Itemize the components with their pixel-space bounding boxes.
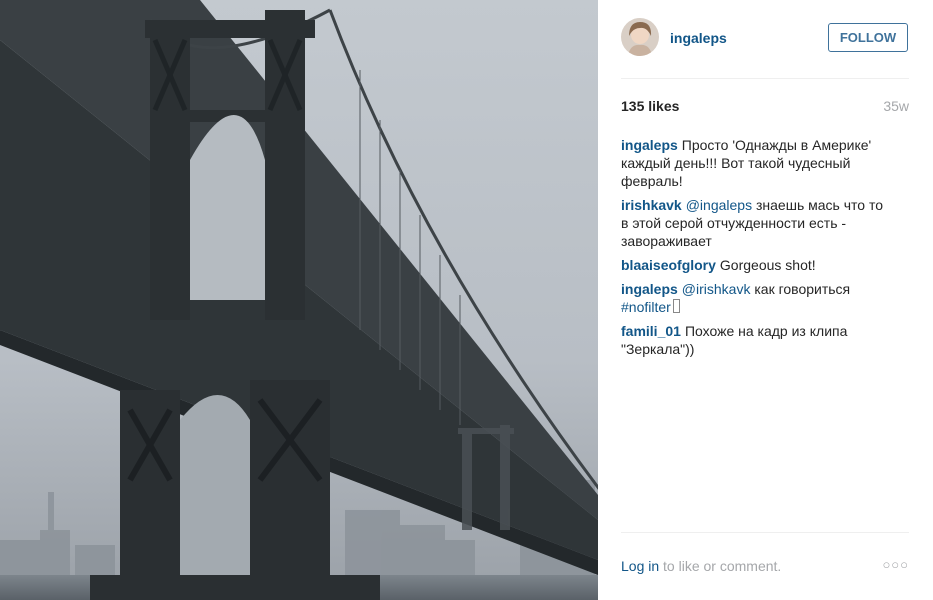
comment-item: ingaleps @irishkavk как говориться #nofil…	[621, 280, 883, 316]
post-footer: Log in to like or comment. ○○○	[621, 532, 909, 579]
comment-text: Gorgeous shot!	[719, 257, 816, 273]
login-prompt: Log in to like or comment.	[621, 558, 781, 574]
follow-button[interactable]: FOLLOW	[828, 23, 908, 52]
comment-author-link[interactable]: ingaleps	[621, 137, 678, 153]
login-link[interactable]: Log in	[621, 558, 659, 574]
post-view: ingaleps FOLLOW 135 likes 35w ingaleps Пр…	[0, 0, 933, 600]
comment-item: ingaleps Просто 'Однажды в Америке' кажды…	[621, 136, 883, 190]
login-prompt-text: to like or comment.	[659, 558, 782, 574]
post-details-panel: ingaleps FOLLOW 135 likes 35w ingaleps Пр…	[598, 0, 933, 600]
likes-count[interactable]: 135 likes	[621, 98, 679, 114]
comment-author-link[interactable]: irishkavk	[621, 197, 682, 213]
avatar[interactable]	[621, 18, 659, 56]
comment-item: irishkavk @ingaleps знаешь мась что то в …	[621, 196, 883, 250]
comment-author-link[interactable]: ingaleps	[621, 281, 678, 297]
hashtag-link[interactable]: #nofilter	[621, 299, 671, 315]
post-age[interactable]: 35w	[883, 98, 909, 114]
comment-text: как говориться	[750, 281, 851, 297]
username-link[interactable]: ingaleps	[670, 30, 727, 46]
mention-link[interactable]: @irishkavk	[682, 281, 751, 297]
post-stats: 135 likes 35w	[621, 98, 909, 118]
missing-glyph-icon	[672, 299, 680, 313]
post-header: ingaleps FOLLOW	[621, 16, 909, 79]
comment-author-link[interactable]: famili_01	[621, 323, 681, 339]
comment-author-link[interactable]: blaaiseofglory	[621, 257, 716, 273]
bridge-photo-icon	[0, 0, 598, 600]
comment-list: ingaleps Просто 'Однажды в Америке' кажды…	[621, 136, 883, 364]
comment-item: famili_01 Похоже на кадр из клипа "Зеркал…	[621, 322, 883, 358]
mention-link[interactable]: @ingaleps	[686, 197, 752, 213]
more-options-icon[interactable]: ○○○	[882, 557, 909, 572]
user-avatar-icon	[621, 18, 659, 56]
comment-item: blaaiseofglory Gorgeous shot!	[621, 256, 883, 274]
post-photo[interactable]	[0, 0, 598, 600]
